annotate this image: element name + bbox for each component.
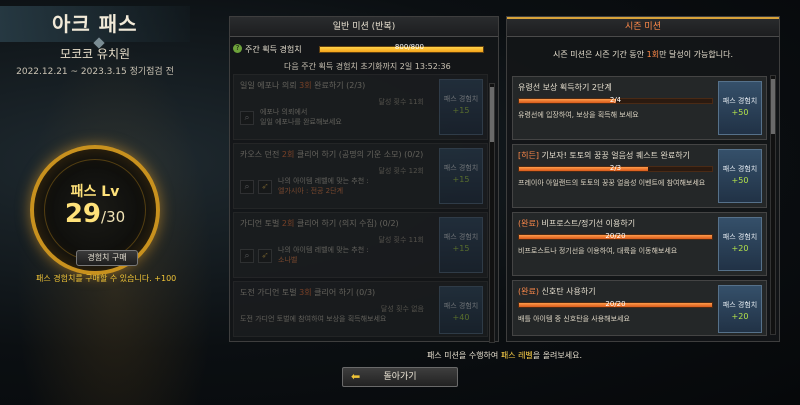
scrollbar-thumb[interactable] — [771, 79, 775, 134]
mission-title: (완료) 비프로스트/정기선 이용하기 — [518, 219, 636, 228]
season-mission-desc: 시즌 미션은 시즌 기간 동안 1회만 달성이 가능합니다. — [552, 50, 733, 59]
weekly-mission-list: 일일 에포나 의뢰 3회 완료하기 (2/3) 달성 횟수 11회 ⌕ 에포나 … — [233, 74, 488, 340]
quest-icon[interactable]: ➶ — [258, 249, 272, 263]
mission-reward: 패스 경험치 +20 — [718, 285, 762, 333]
mission-title: 일일 에포나 의뢰 3회 완료하기 (2/3) — [240, 81, 366, 90]
pass-level-value: 29/30 — [34, 199, 156, 229]
season-missions-panel: 시즌 미션 시즌 미션은 시즌 기간 동안 1회만 달성이 가능합니다. 유령선… — [506, 16, 780, 342]
active-tab-indicator — [507, 17, 779, 19]
mission-progress-text: 20/20 — [605, 300, 626, 308]
mission-title: 유령선 보상 획득하기 2단계 — [518, 83, 612, 92]
mission-title: 가디언 토벌 2회 클리어 하기 (의지 수집) (0/2) — [240, 219, 399, 228]
search-icon[interactable]: ⌕ — [240, 180, 254, 194]
back-button-label: 돌아가기 — [383, 372, 417, 382]
weekly-mission-card[interactable]: 카오스 던전 2회 클리어 하기 (공명의 기운 소모) (0/2) 달성 횟수… — [233, 143, 488, 209]
weekly-mission-card[interactable]: 도전 가디언 토벌 3회 클리어 하기 (0/3) 달성 횟수 없음 도전 가디… — [233, 281, 488, 337]
scrollbar-thumb[interactable] — [490, 87, 494, 142]
season-name: 모코코 유치원 — [59, 47, 131, 61]
mission-reward: 패스 경험치 +15 — [439, 79, 483, 135]
buy-xp-button[interactable]: 경험치 구매 — [76, 250, 138, 266]
mission-reward: 패스 경험치 +50 — [718, 81, 762, 135]
weekly-scrollbar[interactable] — [489, 83, 495, 343]
page-title: 아크 패스 — [0, 6, 190, 42]
search-icon[interactable]: ⌕ — [240, 111, 254, 125]
pass-level-max: /30 — [101, 208, 126, 226]
season-mission-list: 유령선 보상 획득하기 2단계 2/4 유령선에 입장하여, 보상을 획득해 보… — [512, 76, 767, 340]
season-mission-card[interactable]: (완료) 비프로스트/정기선 이용하기 20/20 비프로스트나 정기선을 이용… — [512, 212, 767, 276]
arrow-left-icon: ⬅ — [351, 370, 361, 383]
season-mission-card[interactable]: [히든] 기보자! 토토의 꿍꿍 얼음성 퀘스트 완료하기 2/3 프레이아 아… — [512, 144, 767, 208]
weekly-missions-panel: 일반 미션 (반복) ? 주간 획득 경험치 800/800 다음 주간 획득 … — [229, 16, 499, 343]
pass-level-current: 29 — [64, 199, 102, 229]
footer-hint: 패스 미션을 수행하여 패스 레벨을 올려보세요. — [426, 351, 583, 360]
mission-progress-text: 2/3 — [609, 164, 622, 172]
mission-progress-text: 2/4 — [609, 96, 622, 104]
mission-title: 카오스 던전 2회 클리어 하기 (공명의 기운 소모) (0/2) — [240, 150, 424, 159]
mission-desc: 도전 가디언 토벌에 참여하여 보상을 획득해보세요 — [240, 315, 387, 323]
mission-title: (완료) 신호탄 사용하기 — [518, 287, 596, 296]
quest-icon[interactable]: ➶ — [258, 180, 272, 194]
search-icon[interactable]: ⌕ — [240, 249, 254, 263]
mission-count: 달성 횟수 12회 — [378, 167, 424, 175]
mission-count: 달성 횟수 11회 — [378, 98, 424, 106]
mission-reward: 패스 경험치 +15 — [439, 217, 483, 273]
mission-title: 도전 가디언 토벌 3회 클리어 하기 (0/3) — [240, 288, 376, 297]
mission-reward: 패스 경험치 +40 — [439, 286, 483, 334]
help-icon[interactable]: ? — [233, 44, 242, 53]
mission-desc: 비프로스트나 정기선을 이용하여, 대륙을 이동해보세요 — [518, 247, 678, 255]
weekly-xp-row: ? 주간 획득 경험치 800/800 — [233, 43, 493, 56]
mission-count: 달성 횟수 11회 — [378, 236, 424, 244]
mission-desc: 배틀 아이템 중 신호탄을 사용해보세요 — [518, 315, 630, 323]
mission-progress-text: 20/20 — [605, 232, 626, 240]
pass-summary-panel: 아크 패스 모코코 유치원 2022.12.21 ~ 2023.3.15 정기점… — [0, 0, 220, 405]
season-scrollbar[interactable] — [770, 75, 776, 335]
weekly-xp-text: 800/800 — [394, 43, 424, 51]
season-mission-card[interactable]: (완료) 신호탄 사용하기 20/20 배틀 아이템 중 신호탄을 사용해보세요… — [512, 280, 767, 336]
weekly-reset-timer: 다음 주간 획득 경험치 초기화까지 2일 13:52:36 — [284, 62, 451, 71]
buy-notice: 패스 경험치를 구매할 수 있습니다. +100 — [36, 274, 177, 283]
weekly-mission-card[interactable]: 일일 에포나 의뢰 3회 완료하기 (2/3) 달성 횟수 11회 ⌕ 에포나 … — [233, 74, 488, 140]
mission-title: [히든] 기보자! 토토의 꿍꿍 얼음성 퀘스트 완료하기 — [518, 151, 690, 160]
tab-season-missions[interactable]: 시즌 미션 — [507, 17, 779, 37]
mission-reward: 패스 경험치 +20 — [718, 217, 762, 271]
pass-level-label: 패스 Lv — [70, 184, 120, 200]
back-button[interactable]: ⬅ 돌아가기 — [342, 367, 458, 387]
mission-desc: 유령선에 입장하여, 보상을 획득해 보세요 — [518, 111, 639, 119]
mission-desc: 나의 아이템 레벨에 맞는 추천 : 소나벨 — [278, 246, 369, 264]
weekly-xp-label: 주간 획득 경험치 — [245, 45, 302, 54]
mission-reward: 패스 경험치 +15 — [439, 148, 483, 204]
tab-weekly-missions[interactable]: 일반 미션 (반복) — [230, 17, 498, 37]
season-mission-card[interactable]: 유령선 보상 획득하기 2단계 2/4 유령선에 입장하여, 보상을 획득해 보… — [512, 76, 767, 140]
mission-reward: 패스 경험치 +50 — [718, 149, 762, 203]
mission-desc: 나의 아이템 레벨에 맞는 추천 : 엘가시아 : 전공 2단계 — [278, 177, 369, 195]
mission-desc: 에포나 의뢰에서 일일 에포나를 완료해보세요 — [260, 108, 342, 126]
weekly-mission-card[interactable]: 가디언 토벌 2회 클리어 하기 (의지 수집) (0/2) 달성 횟수 11회… — [233, 212, 488, 278]
mission-desc: 프레이아 아일랜드의 토토의 꿍꿍 얼음성 이벤트에 참여해보세요 — [518, 179, 706, 187]
mission-count: 달성 횟수 없음 — [380, 305, 424, 313]
season-date: 2022.12.21 ~ 2023.3.15 정기점검 전 — [16, 67, 174, 77]
